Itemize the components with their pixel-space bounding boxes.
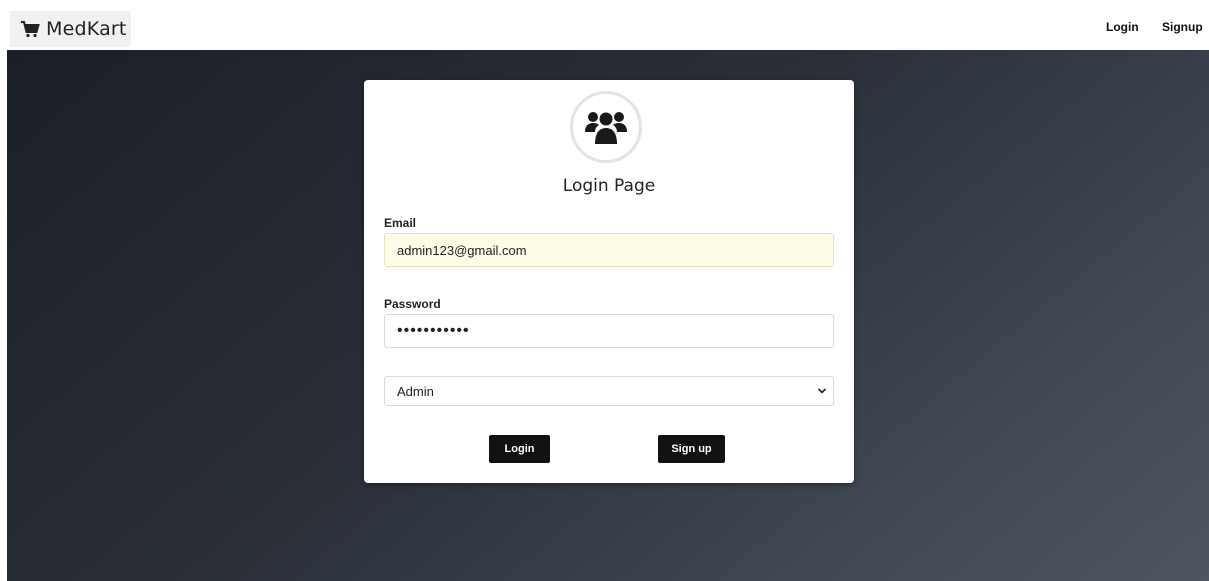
role-select[interactable]: Admin	[384, 376, 834, 406]
users-group-icon	[585, 112, 627, 144]
cart-icon	[21, 21, 40, 38]
password-field[interactable]	[384, 314, 834, 348]
top-navbar: MedKart Login Signup	[0, 0, 1209, 50]
role-select-value: Admin	[397, 384, 434, 399]
login-avatar	[570, 91, 642, 163]
email-label: Email	[384, 216, 417, 230]
signup-button[interactable]: Sign up	[658, 435, 725, 463]
nav-signup-link[interactable]: Signup	[1162, 20, 1203, 34]
login-card: Login Page Email Password Admin Login Si…	[364, 80, 854, 483]
password-label: Password	[384, 297, 441, 311]
brand-logo-link[interactable]: MedKart	[10, 11, 131, 47]
email-field[interactable]	[384, 233, 834, 267]
chevron-down-icon	[817, 388, 827, 394]
login-button[interactable]: Login	[489, 435, 550, 463]
nav-login-link[interactable]: Login	[1106, 20, 1139, 34]
brand-name: MedKart	[46, 18, 127, 40]
page-title: Login Page	[562, 176, 656, 196]
